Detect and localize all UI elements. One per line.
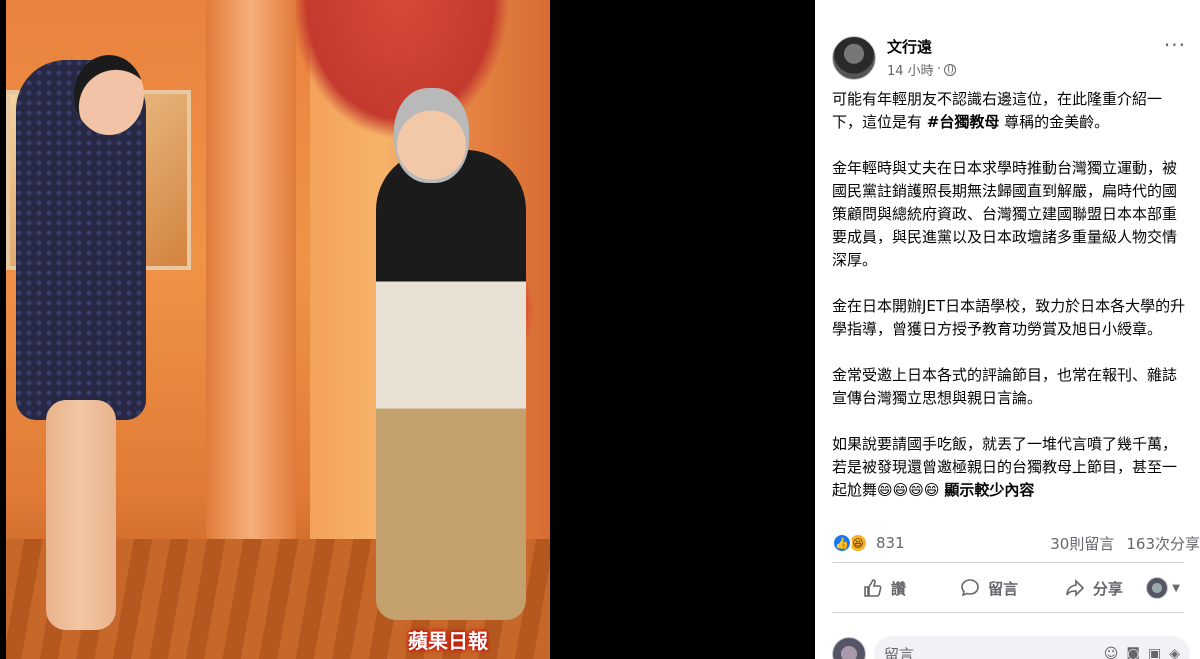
share-button[interactable]: 分享 [1042,578,1147,599]
comment-icon [961,579,979,597]
comments-count[interactable]: 30則留言 [1050,533,1114,554]
photo-person-left-legs [46,400,116,630]
comment-label: 留言 [988,579,1019,598]
author-avatar[interactable] [832,36,876,80]
post-header: 文行遠 14 小時 · [832,36,956,80]
photo-viewer: 蘋果日報 [0,0,815,659]
commenter-avatar[interactable] [832,637,866,659]
comment-button[interactable]: 留言 [937,578,1042,599]
gif-icon[interactable]: ▣ [1148,646,1161,659]
comment-composer: 留言 ☺ ◙ ▣ ◈ [832,636,1200,659]
comment-placeholder: 留言 [884,645,915,659]
react-as-selector[interactable]: ▼ [1146,577,1184,599]
post-paragraph: 如果說要請國手吃飯，就丟了一堆代言噴了幾千萬，若是被發現還曾邀極親日的台獨教母上… [832,433,1190,502]
post-stats: 30則留言 163次分享 [1050,533,1200,554]
photo-person-left-head [74,55,144,135]
photo-person-right [376,150,526,620]
post-sidebar: 文行遠 14 小時 · ··· 可能有年輕朋友不認識右邊這位，在此隆重介紹一下，… [815,0,1200,659]
emoji-icon[interactable]: ☺ [1104,646,1119,659]
sticker-icon[interactable]: ◈ [1169,646,1180,659]
photo-watermark: 蘋果日報 [408,629,488,653]
like-button[interactable]: 讚 [832,578,937,599]
post-text: 可能有年輕朋友不認識右邊這位，在此隆重介紹一下，這位是有 #台獨教母 尊稱的金美… [832,88,1190,525]
share-label: 分享 [1092,579,1123,598]
photo-column [206,0,296,540]
comment-tools: ☺ ◙ ▣ ◈ [1104,646,1180,659]
like-reaction-icon: 👍 [832,533,852,553]
post-paragraph: 金年輕時與丈夫在日本求學時推動台灣獨立運動，被國民黨註銷護照長期無法歸國直到解嚴… [832,159,1178,269]
thumbs-up-icon [864,579,882,597]
post-photo[interactable] [6,0,550,659]
photo-person-right-head [394,88,469,183]
post-meta: 14 小時 · [887,60,956,79]
globe-icon[interactable] [943,63,956,76]
hashtag-link[interactable]: #台獨教母 [927,113,1000,131]
author-name[interactable]: 文行遠 [887,38,956,56]
author-info: 文行遠 14 小時 · [887,38,956,79]
paragraph-text: 尊稱的金美齡。 [999,113,1110,131]
reaction-count[interactable]: 831 [876,534,905,552]
divider [832,562,1184,563]
user-avatar [1146,577,1169,599]
reactions-bar: 👍 😆 831 30則留言 163次分享 [832,529,1200,557]
post-paragraph: 金在日本開辦JET日本語學校，致力於日本各大學的升學指導，曾獲日方授予教育功勞賞… [832,297,1186,338]
more-options-icon[interactable]: ··· [1164,35,1186,55]
post-paragraph: 金常受邀上日本各式的評論節目，也常在報刊、雜誌宣傳台灣獨立思想與親日言論。 [832,366,1178,407]
like-label: 讚 [890,579,906,598]
see-less-link[interactable]: 顯示較少內容 [944,481,1034,499]
chevron-down-icon: ▼ [1172,582,1180,594]
post-actions: 讚 留言 分享 ▼ [832,566,1184,610]
share-icon [1066,579,1085,597]
reaction-icons[interactable]: 👍 😆 [832,533,868,553]
post-time[interactable]: 14 小時 [887,60,934,79]
divider [832,612,1184,613]
dot-separator: · [936,62,941,77]
camera-icon[interactable]: ◙ [1126,646,1140,659]
post-paragraph: 可能有年輕朋友不認識右邊這位，在此隆重介紹一下，這位是有 #台獨教母 尊稱的金美… [832,88,1190,134]
comment-input[interactable]: 留言 ☺ ◙ ▣ ◈ [874,636,1190,659]
shares-count[interactable]: 163次分享 [1126,533,1200,554]
